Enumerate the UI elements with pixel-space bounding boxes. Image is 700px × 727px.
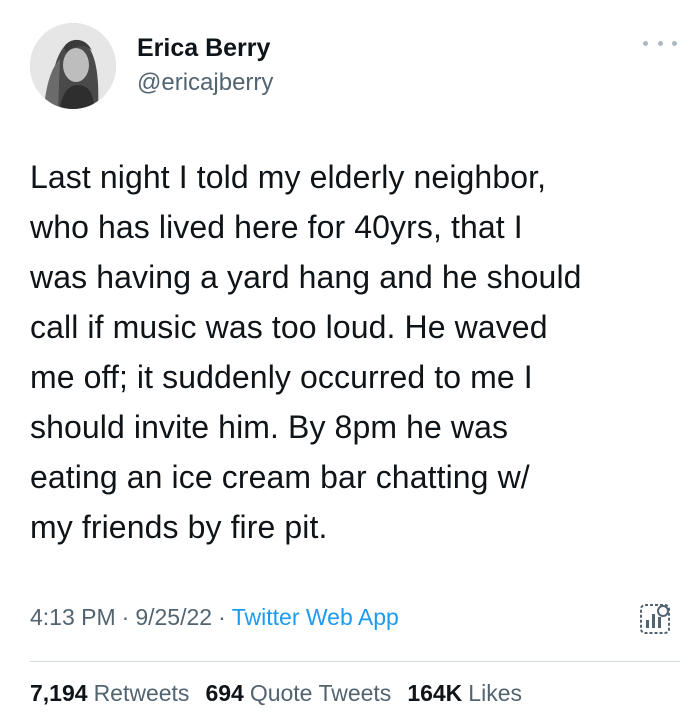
quote-tweets-stat[interactable]: 694 Quote Tweets (205, 680, 391, 707)
likes-stat[interactable]: 164K Likes (407, 680, 522, 707)
retweets-label: Retweets (93, 680, 190, 706)
dot (643, 40, 648, 46)
author-name[interactable]: Erica Berry (137, 34, 270, 63)
tweet-analytics-icon[interactable] (638, 602, 672, 636)
tweet-date[interactable]: 9/25/22 (135, 604, 212, 630)
tweet-card: Erica Berry @ericajberry Last night I to… (0, 0, 700, 727)
more-options-icon[interactable] (643, 36, 677, 50)
dot (657, 40, 663, 46)
author-handle[interactable]: @ericajberry (137, 69, 273, 97)
meta-separator: · (218, 604, 226, 630)
divider (30, 661, 680, 662)
retweets-count: 7,194 (30, 680, 88, 706)
avatar[interactable] (30, 23, 116, 109)
likes-count: 164K (407, 680, 463, 706)
likes-label: Likes (468, 680, 522, 706)
retweets-stat[interactable]: 7,194 Retweets (30, 680, 189, 707)
tweet-source-link[interactable]: Twitter Web App (232, 604, 399, 630)
quote-tweets-label: Quote Tweets (249, 680, 392, 706)
tweet-meta: 4:13 PM · 9/25/22 · Twitter Web App (30, 604, 399, 631)
tweet-time[interactable]: 4:13 PM (30, 604, 116, 630)
tweet-text: Last night I told my elderly neighbor, w… (30, 159, 582, 545)
dot (672, 40, 677, 46)
quote-tweets-count: 694 (205, 680, 244, 706)
tweet-stats: 7,194 Retweets 694 Quote Tweets 164K Likes (30, 680, 522, 707)
avatar-photo (30, 23, 116, 109)
meta-separator: · (121, 604, 130, 630)
